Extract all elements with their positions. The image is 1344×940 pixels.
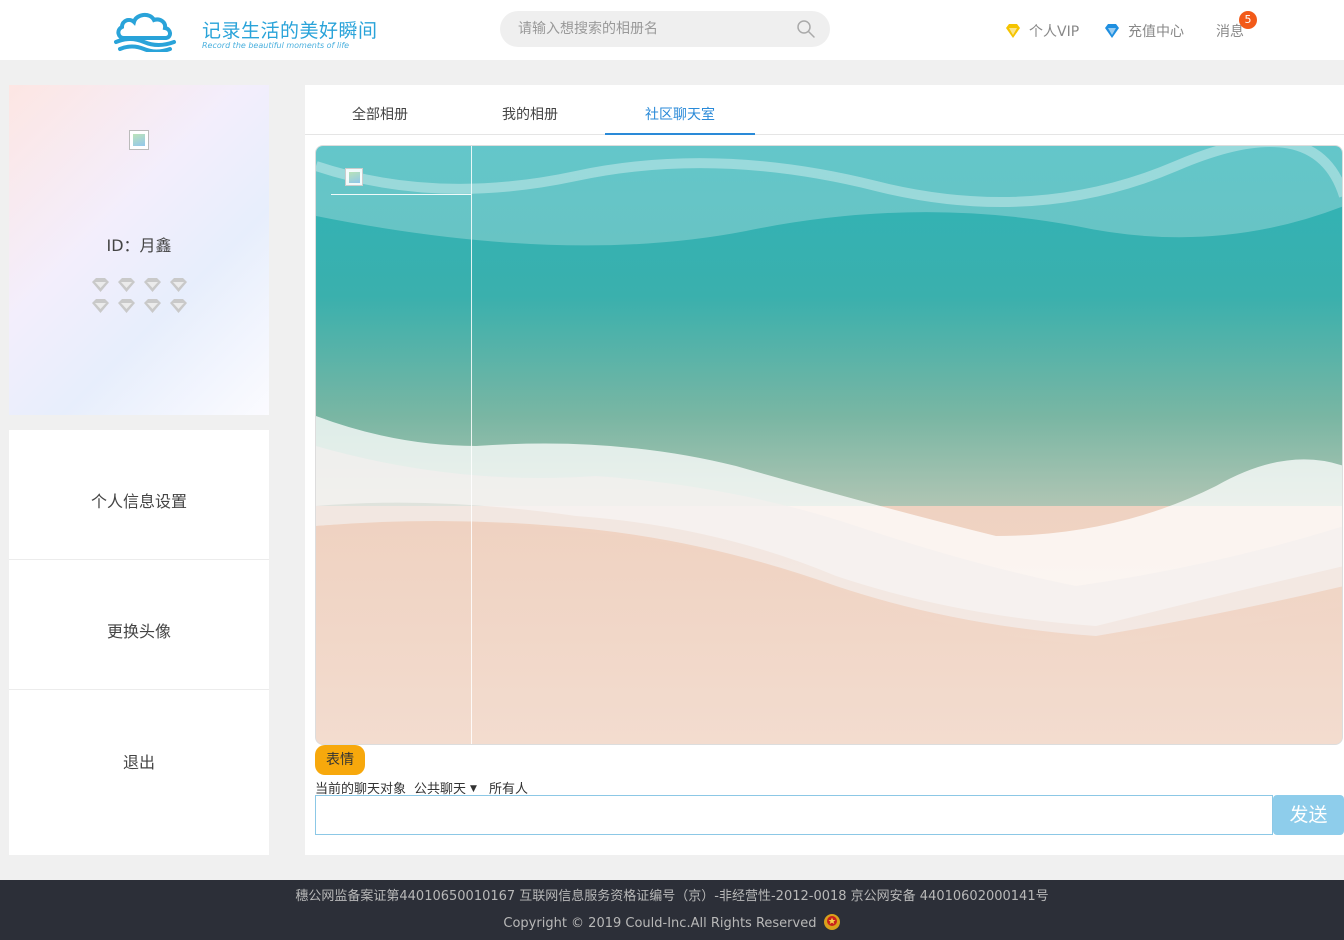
- menu-item-change-avatar[interactable]: 更换头像: [9, 618, 269, 642]
- chat-room: [315, 145, 1343, 745]
- diamond-icon: [91, 278, 110, 293]
- cloud-logo-icon: [114, 13, 176, 52]
- footer-copyright-row: Copyright © 2019 Could-Inc.All Rights Re…: [0, 913, 1344, 931]
- tab-bar: 全部相册 我的相册 社区聊天室: [305, 85, 1344, 135]
- footer: 穗公网监备案证第44010650010167 互联网信息服务资格证编号（京）-非…: [0, 880, 1344, 940]
- search-box: [500, 11, 830, 47]
- main-panel: 全部相册 我的相册 社区聊天室 表情 当前的聊天对象 公共聊天 ▼ 所有人 发送: [305, 85, 1344, 855]
- diamond-icon: [169, 278, 188, 293]
- recharge-diamond-icon: [1105, 24, 1119, 38]
- logo-title: 记录生活的美好瞬间: [202, 20, 378, 42]
- profile-card: ID：月鑫: [9, 85, 269, 415]
- user-list-item[interactable]: [331, 146, 471, 195]
- search-icon[interactable]: [796, 19, 816, 39]
- tab-community-chat[interactable]: 社区聊天室: [605, 85, 755, 135]
- menu-divider: [9, 559, 269, 560]
- footer-license-info: 穗公网监备案证第44010650010167 互联网信息服务资格证编号（京）-非…: [295, 889, 1049, 904]
- menu-item-logout[interactable]: 退出: [9, 749, 269, 773]
- diamond-icon: [143, 299, 162, 314]
- messages-count-badge: 5: [1239, 11, 1257, 29]
- vip-link[interactable]: 个人VIP: [1005, 21, 1079, 41]
- site-logo[interactable]: 记录生活的美好瞬间 Record the beautiful moments o…: [114, 6, 384, 54]
- recharge-label: 充值中心: [1128, 24, 1184, 40]
- diamond-icon: [143, 278, 162, 293]
- avatar: [129, 130, 149, 150]
- recharge-link[interactable]: 充值中心: [1104, 21, 1184, 41]
- menu-item-profile-settings[interactable]: 个人信息设置: [9, 488, 269, 512]
- tab-all-albums[interactable]: 全部相册: [305, 85, 455, 135]
- online-user-list: [316, 146, 472, 744]
- diamond-icon: [169, 299, 188, 314]
- vip-diamond-icon: [1006, 24, 1020, 38]
- diamond-icon: [117, 278, 136, 293]
- top-header: 记录生活的美好瞬间 Record the beautiful moments o…: [0, 0, 1344, 60]
- menu-divider: [9, 689, 269, 690]
- search-input[interactable]: [518, 19, 778, 39]
- user-avatar: [345, 168, 363, 186]
- level-diamonds: [91, 278, 191, 314]
- logo-subtitle: Record the beautiful moments of life: [202, 41, 350, 50]
- tab-my-albums[interactable]: 我的相册: [455, 85, 605, 135]
- chat-message-input[interactable]: [315, 795, 1273, 835]
- vip-label: 个人VIP: [1029, 24, 1080, 40]
- footer-copyright: Copyright © 2019 Could-Inc.All Rights Re…: [503, 916, 817, 931]
- diamond-icon: [117, 299, 136, 314]
- emoji-button[interactable]: 表情: [315, 745, 365, 775]
- send-button[interactable]: 发送: [1273, 795, 1344, 835]
- dropdown-arrow-icon: ▼: [470, 784, 477, 794]
- police-emblem-icon: [823, 914, 840, 930]
- user-id: ID：月鑫: [106, 236, 172, 255]
- side-menu: 个人信息设置 更换头像 退出: [9, 430, 269, 855]
- diamond-icon: [91, 299, 110, 314]
